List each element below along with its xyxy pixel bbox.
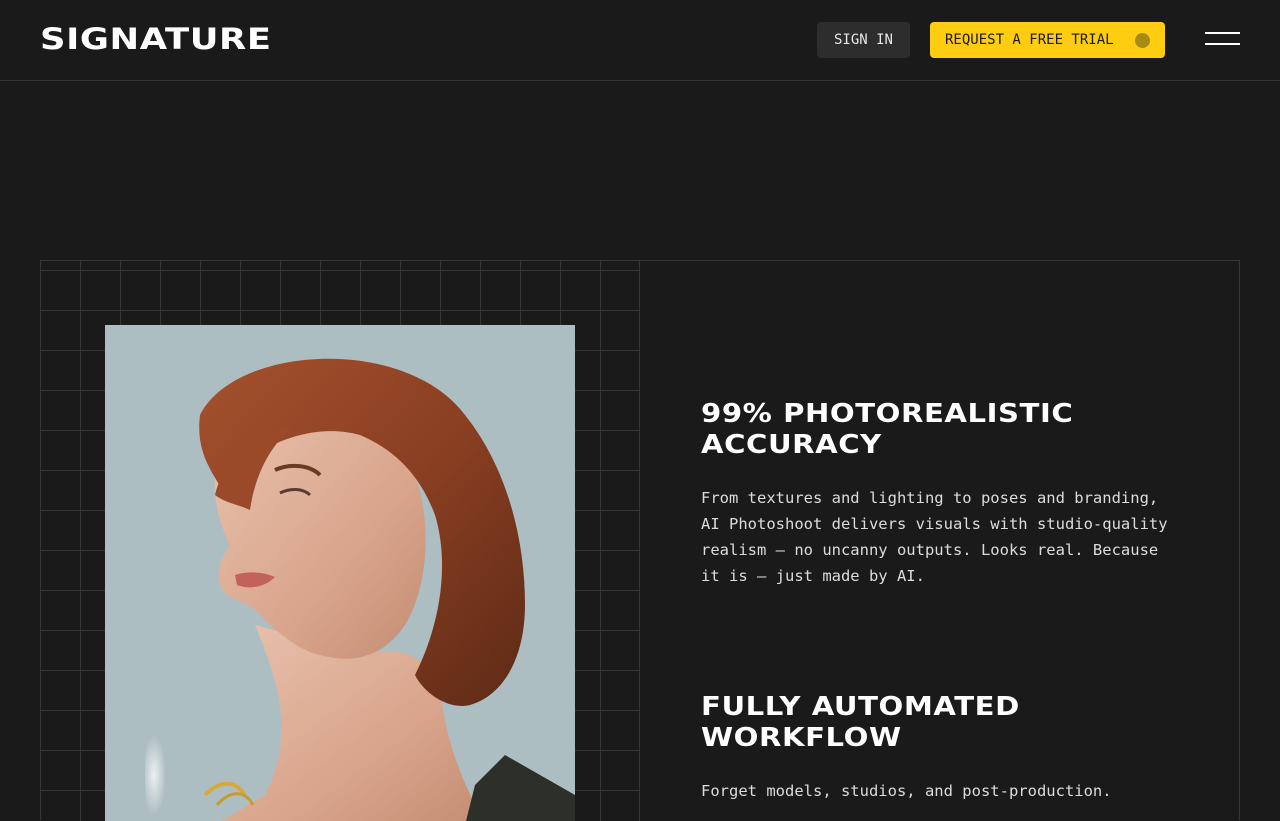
top-navigation-bar: SIGNATURE SIGN IN REQUEST A FREE TRIAL xyxy=(0,0,1280,81)
features-section: 99% PHOTOREALISTIC ACCURACY From texture… xyxy=(40,260,1240,821)
menu-line-top xyxy=(1205,32,1240,34)
menu-line-bottom xyxy=(1205,43,1240,45)
request-free-trial-button[interactable]: REQUEST A FREE TRIAL xyxy=(930,22,1165,58)
feature-description: From textures and lighting to poses and … xyxy=(701,489,1168,585)
request-free-trial-label: REQUEST A FREE TRIAL xyxy=(945,32,1114,48)
hamburger-menu-icon[interactable] xyxy=(1205,32,1240,46)
brand-logo[interactable]: SIGNATURE xyxy=(40,22,272,56)
feature-description: Forget models, studios, and post-product… xyxy=(701,782,1112,800)
grid-image-panel xyxy=(41,261,640,821)
feature-title: FULLY AUTOMATED WORKFLOW xyxy=(701,692,1020,753)
portrait-photo xyxy=(105,325,575,821)
feature-title: 99% PHOTOREALISTIC ACCURACY xyxy=(701,399,1074,460)
sign-in-button[interactable]: SIGN IN xyxy=(817,22,910,58)
portrait-illustration xyxy=(105,325,575,821)
feature-automated-workflow: FULLY AUTOMATED WORKFLOW Forget models, … xyxy=(701,692,1201,804)
feature-photorealistic-accuracy: 99% PHOTOREALISTIC ACCURACY From texture… xyxy=(701,399,1201,589)
status-dot-icon xyxy=(1135,33,1150,48)
